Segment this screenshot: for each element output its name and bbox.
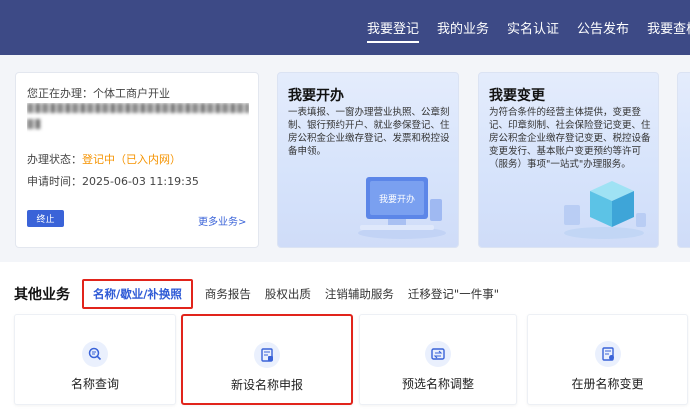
promo-title: 我要开办 [288, 88, 344, 104]
promo-description: 一表填报、一窗办理营业执照、公章刻制、银行预约开户、就业参保登记、住房公积金企业… [288, 107, 450, 157]
business-tabs: 名称/歇业/补换照 商务报告 股权出质 注销辅助服务 迁移登记"一件事" [82, 279, 513, 309]
main-nav: 我要登记 我的业务 实名认证 公告发布 我要查样 [367, 0, 690, 55]
tile-name-query[interactable]: 名称查询 [14, 314, 176, 405]
promo-card-partial[interactable] [677, 72, 690, 248]
status-label: 办理状态： [27, 153, 82, 166]
tile-label: 新设名称申报 [230, 378, 303, 392]
name-apply-icon [254, 342, 280, 368]
nav-item-my-business[interactable]: 我的业务 [437, 0, 489, 55]
section-title: 其他业务 [14, 287, 70, 303]
computer-illustration-icon: 我要开办 [358, 177, 446, 239]
other-business-section: 其他业务 名称/歇业/补换照 商务报告 股权出质 注销辅助服务 迁移登记"一件事… [0, 262, 690, 419]
tile-label: 在册名称变更 [571, 377, 644, 391]
tile-label: 名称查询 [70, 377, 119, 391]
status-value: 登记中（已入内网） [82, 153, 181, 166]
nav-item-query[interactable]: 我要查样 [647, 0, 690, 55]
name-search-icon [82, 341, 108, 367]
tile-registered-name-change[interactable]: 在册名称变更 [527, 314, 688, 405]
nav-item-register[interactable]: 我要登记 [367, 0, 420, 55]
cube-illustration-icon [564, 181, 646, 239]
name-change-icon [594, 341, 621, 367]
tile-preselect-name-adjust[interactable]: 预选名称调整 [359, 314, 517, 405]
tab-equity-pledge[interactable]: 股权出质 [265, 286, 311, 302]
promo-card-change-business[interactable]: 我要变更 为符合条件的经营主体提供，变更登记、印章刻制、社会保险登记变更、住房公… [478, 72, 659, 248]
tab-name-closure-reissue[interactable]: 名称/歇业/补换照 [82, 279, 193, 309]
current-business-card: 您正在办理：个体工商户开业 办理状态：登记中（已入内网） 申请时间：2025-0… [15, 72, 259, 248]
apply-time-value: 2025-06-03 11:19:35 [82, 175, 199, 188]
name-adjust-icon [425, 341, 451, 367]
illustration-caption: 我要开办 [379, 193, 415, 205]
tab-business-report[interactable]: 商务报告 [205, 286, 251, 302]
apply-time-row: 申请时间：2025-06-03 11:19:35 [27, 173, 199, 189]
stop-button[interactable]: 终止 [27, 210, 64, 227]
promo-description: 为符合条件的经营主体提供，变更登记、印章刻制、社会保险登记变更、住房公积金企业缴… [489, 107, 651, 170]
tab-relocation[interactable]: 迁移登记"一件事" [408, 286, 499, 302]
blurred-business-name [27, 103, 249, 139]
tile-new-name-apply[interactable]: 新设名称申报 [181, 314, 353, 405]
status-row: 办理状态：登记中（已入内网） [27, 151, 181, 167]
nav-item-real-name[interactable]: 实名认证 [507, 0, 559, 55]
current-business-label: 您正在办理：个体工商户开业 [27, 87, 170, 100]
promo-title: 我要变更 [489, 88, 545, 104]
top-navbar: 我要登记 我的业务 实名认证 公告发布 我要查样 [0, 0, 690, 55]
tile-label: 预选名称调整 [401, 377, 474, 391]
more-business-link[interactable]: 更多业务> [198, 213, 246, 228]
apply-time-label: 申请时间： [27, 175, 82, 188]
tab-deregistration-service[interactable]: 注销辅助服务 [325, 286, 394, 302]
promo-card-open-business[interactable]: 我要开办 一表填报、一窗办理营业执照、公章刻制、银行预约开户、就业参保登记、住房… [277, 72, 459, 248]
nav-item-announcement[interactable]: 公告发布 [577, 0, 629, 55]
